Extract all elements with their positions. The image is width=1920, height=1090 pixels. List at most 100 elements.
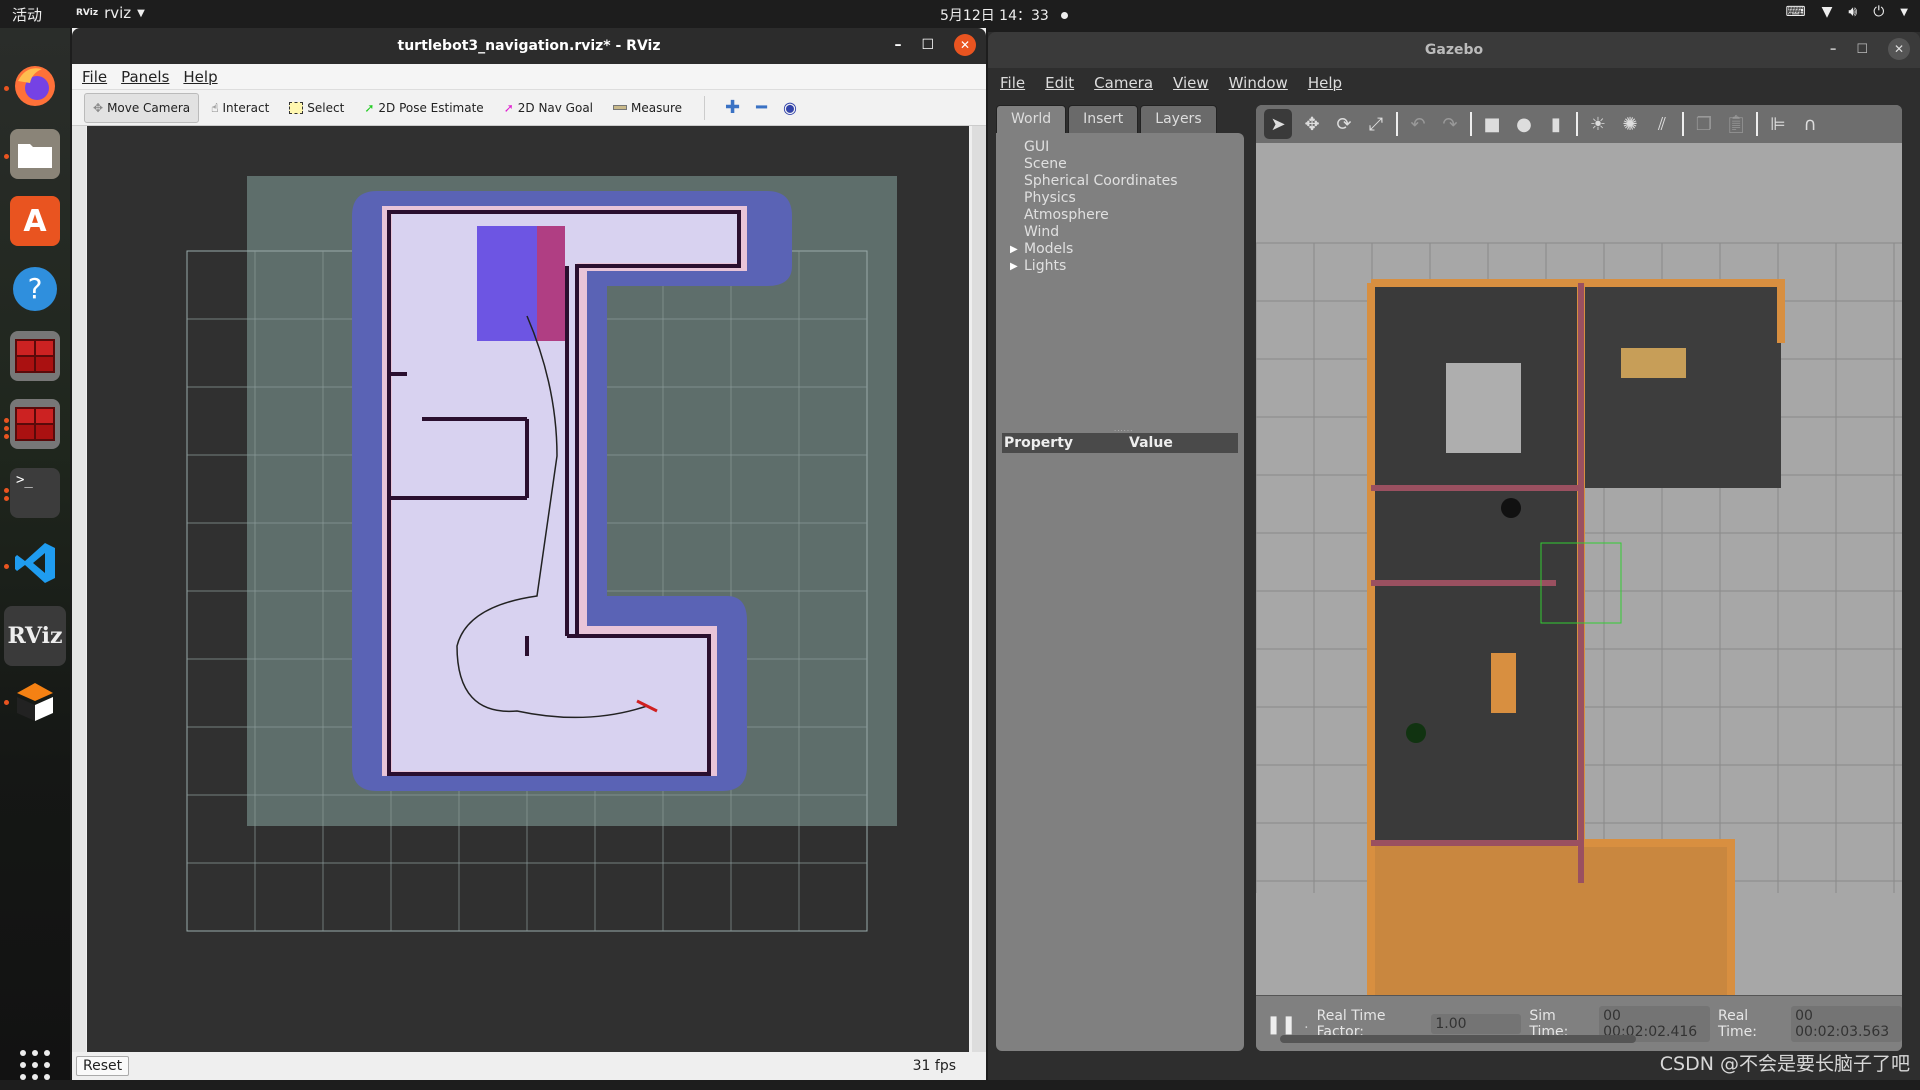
tree-item-gui[interactable]: GUI (1024, 139, 1244, 156)
tool-select[interactable]: Select (281, 93, 352, 123)
snap-icon[interactable]: ∩ (1798, 112, 1822, 136)
menu-file[interactable]: File (82, 68, 107, 86)
real-time-value: 00 00:02:03.563 (1791, 1006, 1902, 1042)
tree-item-physics[interactable]: Physics (1024, 190, 1244, 207)
scale-icon[interactable]: ⤢ (1364, 112, 1388, 136)
show-apps-button[interactable] (10, 1040, 60, 1090)
menu-help[interactable]: Help (1308, 74, 1342, 92)
tree-item-label: Models (1024, 241, 1074, 257)
world-tree: GUI Scene Spherical Coordinates Physics … (996, 133, 1244, 275)
scene-render (1256, 242, 1902, 1012)
gazebo-toolbar: ➤ ✥ ⟳ ⤢ ↶ ↷ ■ ● ▮ ☀ ✺ ⫽ ❐ 📋︎ ⊫ ∩ (1256, 105, 1902, 143)
redo-icon[interactable]: ↷ (1438, 112, 1462, 136)
tree-item-scene[interactable]: Scene (1024, 156, 1244, 173)
tab-layers[interactable]: Layers (1140, 105, 1217, 133)
tree-item-wind[interactable]: Wind (1024, 224, 1244, 241)
minimize-button[interactable]: – (894, 37, 901, 53)
dock-vscode[interactable] (10, 538, 60, 588)
align-icon[interactable]: ⊫ (1766, 112, 1790, 136)
wifi-icon[interactable]: ▼ (1822, 4, 1833, 20)
rviz-window: turtlebot3_navigation.rviz* - RViz – ☐ ✕… (72, 28, 986, 1080)
tool-interact[interactable]: ☝ Interact (203, 93, 277, 123)
tool-2d-nav-goal[interactable]: ➚ 2D Nav Goal (496, 93, 601, 123)
remove-tool-button[interactable]: ━ (750, 97, 773, 118)
minimize-button[interactable]: – (1830, 42, 1837, 57)
tool-2d-pose-estimate[interactable]: ➚ 2D Pose Estimate (356, 93, 491, 123)
copy-icon[interactable]: ❐ (1692, 112, 1716, 136)
sphere-icon[interactable]: ● (1512, 112, 1536, 136)
dock-terminal[interactable]: >_ (10, 468, 60, 518)
volume-icon[interactable]: 🔊︎ (1848, 4, 1857, 20)
dock-firefox[interactable] (10, 61, 60, 111)
right-panel-splitter[interactable] (972, 126, 986, 1052)
tool-move-camera[interactable]: ✥ Move Camera (84, 92, 200, 123)
tree-item-label: Lights (1024, 258, 1067, 274)
menu-edit[interactable]: Edit (1045, 74, 1074, 92)
menu-help[interactable]: Help (183, 68, 217, 86)
dock-terminator[interactable] (10, 331, 60, 381)
app-menu[interactable]: RViz rviz ▼ (76, 4, 145, 22)
box-icon[interactable]: ■ (1480, 112, 1504, 136)
spot-light-icon[interactable]: ✺ (1618, 112, 1642, 136)
close-button[interactable]: ✕ (1888, 38, 1910, 60)
dock-rviz[interactable]: RViz (4, 606, 66, 666)
paste-icon[interactable]: 📋︎ (1724, 112, 1748, 136)
toolbar-separator (1682, 112, 1684, 136)
dock-files[interactable] (10, 129, 60, 179)
keyboard-icon[interactable]: ⌨ (1785, 4, 1805, 20)
menu-window[interactable]: Window (1229, 74, 1288, 92)
directional-light-icon[interactable]: ⫽ (1650, 112, 1674, 136)
real-time-factor-value: 1.00 (1431, 1014, 1522, 1034)
rviz-3d-view[interactable] (87, 126, 969, 1052)
menu-view[interactable]: View (1173, 74, 1209, 92)
splitter-handle[interactable]: ...... (1114, 425, 1133, 433)
world-panel: GUI Scene Spherical Coordinates Physics … (996, 133, 1244, 1051)
tree-item-models[interactable]: ▶ Models (1010, 241, 1244, 258)
menu-file[interactable]: File (1000, 74, 1025, 92)
maximize-button[interactable]: ☐ (1856, 42, 1868, 57)
chevron-down-icon[interactable]: ▼ (1900, 7, 1908, 18)
rviz-titlebar[interactable]: turtlebot3_navigation.rviz* - RViz – ☐ ✕ (72, 28, 986, 64)
local-costmap-lethal (537, 226, 565, 341)
select-arrow-icon[interactable]: ➤ (1264, 109, 1292, 139)
maximize-button[interactable]: ☐ (921, 37, 934, 53)
reset-button[interactable]: Reset (76, 1056, 130, 1076)
menu-panels[interactable]: Panels (121, 68, 169, 86)
add-tool-button[interactable]: ✚ (719, 97, 746, 118)
tree-item-lights[interactable]: ▶ Lights (1010, 258, 1244, 275)
translate-icon[interactable]: ✥ (1300, 112, 1324, 136)
expand-arrow-icon[interactable]: ▶ (1010, 258, 1018, 275)
dock-gazebo[interactable] (10, 676, 60, 726)
tree-item-atmosphere[interactable]: Atmosphere (1024, 207, 1244, 224)
magenta-arrow-icon: ➚ (503, 100, 514, 115)
tab-world[interactable]: World (996, 105, 1067, 133)
system-tray[interactable]: ⌨ ▼ 🔊︎ ⏻ ▼ (1785, 4, 1908, 20)
pause-button[interactable]: ❚❚ (1266, 1014, 1296, 1035)
dock-terminator-2[interactable] (10, 399, 60, 449)
left-panel-splitter[interactable] (72, 126, 86, 1052)
gazebo-scene-panel: ➤ ✥ ⟳ ⤢ ↶ ↷ ■ ● ▮ ☀ ✺ ⫽ ❐ 📋︎ ⊫ ∩ ❚❚ . Re… (1256, 105, 1902, 1051)
tab-insert[interactable]: Insert (1068, 105, 1139, 133)
rviz-statusbar: Reset 31 fps (72, 1052, 986, 1080)
clock[interactable]: 5月12日 14：33 (940, 5, 1068, 25)
expand-arrow-icon[interactable]: ▶ (1010, 241, 1018, 258)
dock-help[interactable]: ? (10, 264, 60, 314)
cylinder-icon[interactable]: ▮ (1544, 112, 1568, 136)
activities-button[interactable]: 活动 (12, 4, 42, 25)
gazebo-titlebar[interactable]: Gazebo – ☐ ✕ (988, 32, 1920, 68)
running-indicator (4, 564, 9, 569)
gazebo-status-bar: ❚❚ . Real Time Factor: 1.00 Sim Time: 00… (1256, 995, 1902, 1051)
gazebo-3d-scene[interactable] (1256, 143, 1902, 1012)
tool-measure[interactable]: Measure (605, 93, 690, 123)
horizontal-scrollbar[interactable] (1280, 1035, 1636, 1043)
rotate-icon[interactable]: ⟳ (1332, 112, 1356, 136)
tree-item-spherical-coordinates[interactable]: Spherical Coordinates (1024, 173, 1244, 190)
point-light-icon[interactable]: ☀ (1586, 112, 1610, 136)
window-title: turtlebot3_navigation.rviz* - RViz (397, 38, 661, 54)
power-icon[interactable]: ⏻ (1873, 4, 1884, 20)
close-button[interactable]: ✕ (954, 34, 976, 56)
dock-app-center[interactable]: A (10, 196, 60, 246)
view-eye-icon[interactable]: ◉ (777, 98, 803, 117)
menu-camera[interactable]: Camera (1094, 74, 1153, 92)
undo-icon[interactable]: ↶ (1406, 112, 1430, 136)
